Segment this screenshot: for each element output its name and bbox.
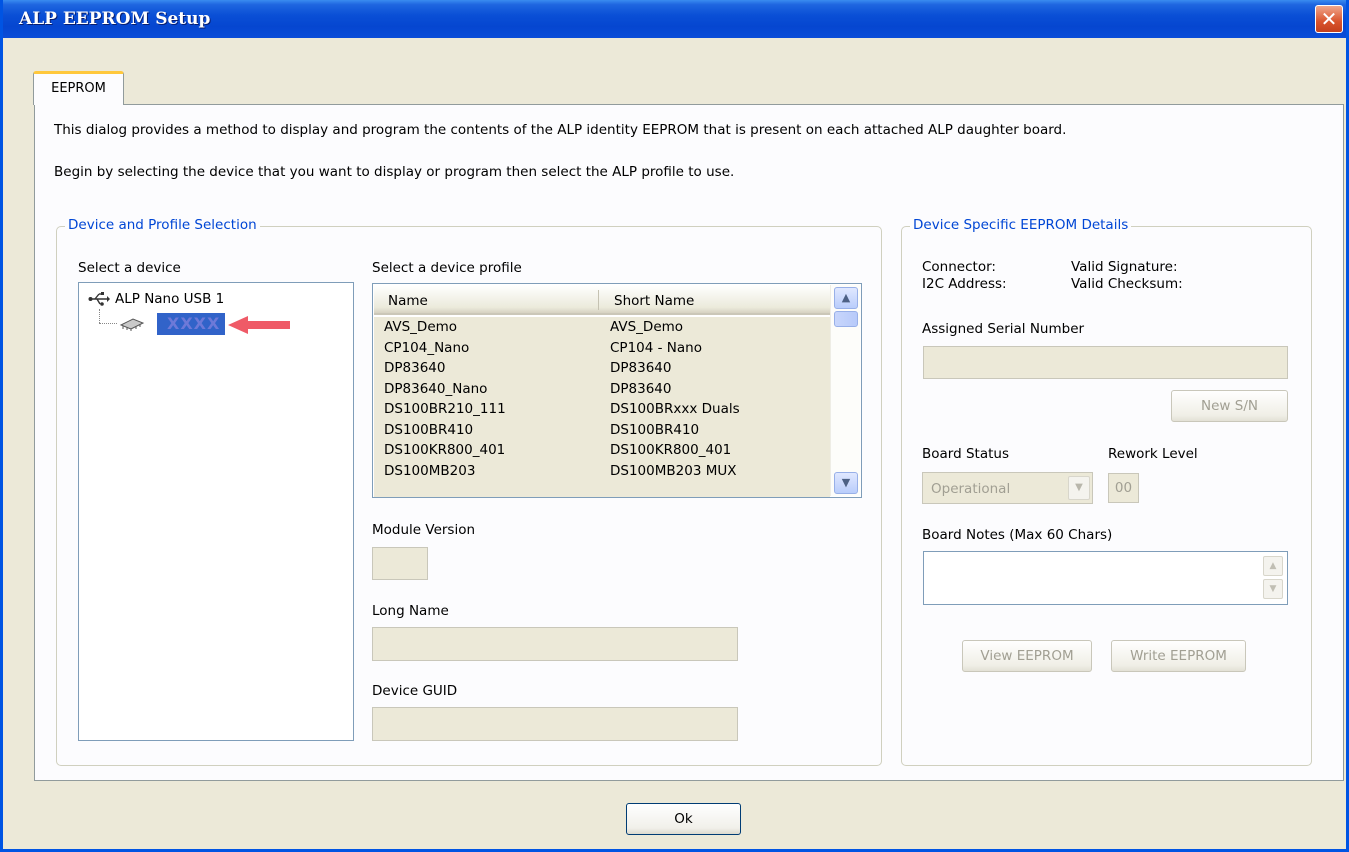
profile-list[interactable]: Name Short Name AVS_Demo AVS_Demo CP104_N… [372,283,862,498]
profile-short-name: CP104 - Nano [610,339,702,356]
eeprom-details-group-title: Device Specific EEPROM Details [910,217,1132,233]
notes-scrollbar[interactable]: ▲ ▼ [1261,553,1286,603]
profile-name: DS100BR210_111 [384,401,506,417]
rework-level-label: Rework Level [1108,446,1198,462]
tree-line [99,309,100,323]
board-status-label: Board Status [922,446,1009,462]
window-title: ALP EEPROM Setup [19,9,211,29]
valid-signature-label: Valid Signature: [1071,259,1178,275]
column-header-name[interactable]: Name [388,293,428,309]
board-status-value: Operational [931,481,1011,497]
intro-text-2: Begin by selecting the device that you w… [54,164,735,180]
title-bar[interactable]: ALP EEPROM Setup ✕ [3,0,1346,38]
profile-short-name: DS100BRxxx Duals [610,401,740,417]
device-profile-group-title: Device and Profile Selection [65,217,260,233]
list-item[interactable]: DS100BR210_111 DS100BRxxx Duals [374,399,830,420]
profile-name: CP104_Nano [384,339,470,356]
i2c-address-label: I2C Address: [922,276,1007,292]
intro-text-1: This dialog provides a method to display… [54,122,1067,138]
board-notes-label: Board Notes (Max 60 Chars) [922,527,1113,543]
chip-icon [119,315,145,331]
tree-item-xxxx[interactable]: XXXX [157,313,226,335]
device-guid-field[interactable] [372,707,738,741]
module-version-field[interactable] [372,547,428,580]
scroll-thumb[interactable] [834,311,858,327]
usb-icon [88,291,110,307]
list-item[interactable]: AVS_Demo AVS_Demo [374,317,830,338]
valid-checksum-label: Valid Checksum: [1071,276,1183,292]
profile-name: DS100BR410 [384,421,474,438]
scroll-down-button[interactable]: ▼ [834,472,858,494]
profile-name: DP83640_Nano [384,380,488,397]
select-device-label: Select a device [78,260,181,276]
device-guid-label: Device GUID [372,683,458,699]
list-item[interactable]: DP83640 DP83640 [374,358,830,379]
board-status-select[interactable]: Operational ▼ [922,472,1093,504]
device-tree[interactable]: ALP Nano USB 1 XXXX [78,282,354,741]
profile-list-header: Name Short Name [374,285,830,315]
new-sn-button[interactable]: New S/N [1171,390,1288,422]
list-item[interactable]: DS100MB203 DS100MB203 MUX [374,461,830,482]
view-eeprom-button[interactable]: View EEPROM [962,640,1092,672]
column-separator[interactable] [598,290,599,310]
profile-short-name: DS100KR800_401 [610,442,732,458]
profile-name: DS100KR800_401 [384,442,506,458]
list-item[interactable]: DP83640_Nano DP83640 [374,379,830,400]
connector-label: Connector: [922,259,996,275]
profile-name: AVS_Demo [384,319,458,335]
module-version-label: Module Version [372,522,476,538]
profile-name: DP83640 [384,360,446,376]
profile-rows: AVS_Demo AVS_Demo CP104_Nano CP104 - Nano … [374,317,830,497]
profile-short-name: DS100MB203 MUX [610,462,737,479]
rework-level-field[interactable]: 00 [1108,473,1139,503]
scroll-up-button[interactable]: ▲ [834,287,858,309]
chevron-down-icon[interactable]: ▼ [1068,476,1090,500]
profile-short-name: AVS_Demo [610,319,684,335]
column-header-short-name[interactable]: Short Name [614,293,694,309]
serial-number-field[interactable] [923,346,1288,379]
select-profile-label: Select a device profile [372,260,522,276]
tab-eeprom[interactable]: EEPROM [33,71,124,105]
profile-short-name: DP83640 [610,360,672,376]
board-notes-textarea[interactable]: ▲ ▼ [923,551,1288,605]
write-eeprom-button[interactable]: Write EEPROM [1111,640,1246,672]
scroll-up-icon[interactable]: ▲ [1263,556,1283,576]
red-arrow-icon [228,315,292,335]
close-button[interactable]: ✕ [1315,5,1343,33]
serial-number-label: Assigned Serial Number [922,321,1085,337]
ok-button[interactable]: Ok [626,803,741,835]
profile-short-name: DS100BR410 [610,421,700,438]
scroll-down-icon[interactable]: ▼ [1263,579,1283,599]
tree-line [99,323,117,324]
long-name-field[interactable] [372,627,738,661]
profile-list-scrollbar[interactable]: ▲ ▼ [830,285,860,496]
list-item[interactable]: DS100BR410 DS100BR410 [374,420,830,441]
tree-item-alp-nano-usb[interactable]: ALP Nano USB 1 [115,291,224,307]
list-item[interactable]: CP104_Nano CP104 - Nano [374,338,830,359]
list-item[interactable]: DS100KR800_401 DS100KR800_401 [374,440,830,461]
long-name-label: Long Name [372,603,449,619]
dialog-window: ALP EEPROM Setup ✕ EEPROM This dialog pr… [0,0,1349,852]
profile-name: DS100MB203 [384,462,476,479]
profile-short-name: DP83640 [610,380,672,397]
